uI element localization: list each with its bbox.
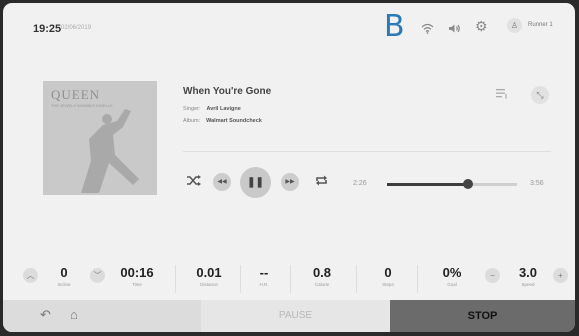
previous-track-button[interactable]: ◀◀ <box>213 173 231 191</box>
playlist-icon[interactable] <box>496 88 508 101</box>
user-profile-button[interactable]: ♙ Runner 1 <box>507 18 575 34</box>
bottom-action-bar: ↶ ⌂ PAUSE STOP <box>3 300 575 332</box>
user-name: Runner 1 <box>528 22 553 28</box>
stat-divider <box>417 265 418 293</box>
user-icon: ♙ <box>507 18 522 33</box>
workout-stats-bar: ︿ 0 Incline ﹀ 00:16 Time 0.01 Distance -… <box>3 253 575 300</box>
stat-speed: 3.0 Speed <box>503 266 553 287</box>
stat-label: Incline <box>57 282 71 287</box>
track-singer-row: Singer: Avril Lavigne <box>183 106 241 112</box>
progress-fill <box>387 183 468 186</box>
stat-label: Distance <box>200 282 218 287</box>
stat-label: Calorie <box>314 282 330 287</box>
home-icon[interactable]: ⌂ <box>70 308 78 322</box>
track-duration: 3:56 <box>530 180 544 187</box>
stat-value: 00:16 <box>120 265 154 280</box>
stat-label: Speed <box>521 282 535 287</box>
stop-button[interactable]: STOP <box>390 300 575 332</box>
stat-value: 0.01 <box>196 265 222 280</box>
stat-heart-rate: -- H.R. <box>239 266 289 287</box>
pause-button[interactable]: PAUSE <box>201 300 390 332</box>
progress-handle[interactable] <box>462 179 473 189</box>
stat-label: Steps <box>382 282 394 287</box>
stat-value: 0% <box>442 265 462 280</box>
stat-label: Goal <box>447 282 457 287</box>
singer-value: Avril Lavigne <box>206 106 241 112</box>
next-track-button[interactable]: ▶▶ <box>281 173 299 191</box>
track-title: When You're Gone <box>183 86 272 97</box>
back-icon[interactable]: ↶ <box>40 308 51 322</box>
album-art: QUEEN THE JEWELS WOMBLE DWELLS <box>43 81 157 195</box>
stat-value: 0 <box>60 265 68 280</box>
stat-value: -- <box>259 265 269 280</box>
shuffle-icon[interactable] <box>187 175 201 188</box>
wifi-icon[interactable] <box>421 21 434 39</box>
track-album-row: Album: Walmart Soundcheck <box>183 118 262 124</box>
album-label: Album: <box>183 118 201 124</box>
play-pause-button[interactable]: ❚❚ <box>240 167 271 198</box>
stat-label: Time <box>132 282 142 287</box>
bluetooth-icon[interactable]: B <box>384 12 405 42</box>
clock-time: 19:25 <box>33 23 62 35</box>
speed-down-button[interactable]: − <box>485 268 500 283</box>
clock-date: 02/06/2019 <box>61 25 92 31</box>
stat-label: H.R. <box>259 282 269 287</box>
stat-divider <box>356 265 357 293</box>
stat-value: 0 <box>384 265 392 280</box>
incline-up-button[interactable]: ︿ <box>23 268 38 283</box>
speed-up-button[interactable]: + <box>553 268 568 283</box>
stat-time: 00:16 Time <box>112 266 162 287</box>
collapse-icon[interactable]: ⤡ <box>531 86 549 104</box>
stat-value: 0.8 <box>312 265 332 280</box>
treadmill-screen: 19:25 02/06/2019 B ⚙ ♙ Runner 1 QUEEN TH… <box>3 3 575 332</box>
incline-down-button[interactable]: ﹀ <box>90 268 105 283</box>
elapsed-time: 2:26 <box>353 180 367 187</box>
stat-value: 3.0 <box>518 265 538 280</box>
gear-icon[interactable]: ⚙ <box>475 19 488 33</box>
nav-area: ↶ ⌂ <box>3 300 201 332</box>
stat-divider <box>175 265 176 293</box>
stat-divider <box>290 265 291 293</box>
divider <box>183 151 551 152</box>
stat-incline: 0 Incline <box>39 266 89 287</box>
stat-goal: 0% Goal <box>427 266 477 287</box>
album-value: Walmart Soundcheck <box>206 118 262 124</box>
volume-icon[interactable] <box>448 21 461 39</box>
repeat-icon[interactable] <box>315 175 328 188</box>
progress-slider[interactable] <box>387 183 517 186</box>
stat-distance: 0.01 Distance <box>184 266 234 287</box>
stat-calorie: 0.8 Calorie <box>297 266 347 287</box>
singer-label: Singer: <box>183 106 201 112</box>
stat-steps: 0 Steps <box>363 266 413 287</box>
